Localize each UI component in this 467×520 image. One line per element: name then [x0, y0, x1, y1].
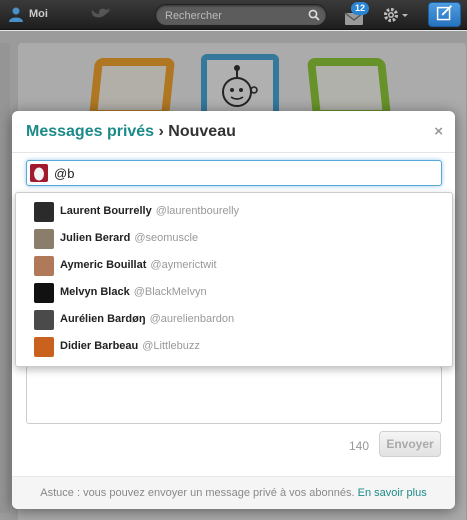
suggestion-avatar	[34, 256, 54, 276]
suggestion-handle: @BlackMelvyn	[133, 286, 207, 298]
twitter-bird-icon	[91, 8, 111, 18]
suggestion-item[interactable]: Aurélien Bardøŋ @aurelienbardon	[16, 306, 452, 333]
title-current: Nouveau	[168, 123, 236, 140]
compose-tweet-button[interactable]	[428, 2, 461, 27]
dialog-header: Messages privés › Nouveau ×	[12, 111, 455, 153]
suggestion-avatar	[34, 202, 54, 222]
search-input[interactable]	[165, 7, 305, 24]
home-me-link[interactable]: Moi	[8, 6, 48, 22]
suggestion-avatar	[34, 337, 54, 357]
user-icon	[9, 7, 23, 22]
suggestion-avatar	[34, 310, 54, 330]
message-textarea[interactable]	[26, 366, 442, 424]
compose-icon	[436, 5, 453, 21]
suggestion-item[interactable]: Didier Barbeau @Littlebuzz	[16, 333, 452, 360]
suggestion-handle: @aurelienbardon	[149, 313, 235, 325]
dialog-title: Messages privés › Nouveau	[26, 123, 236, 141]
messages-prives-link[interactable]: Messages privés	[26, 123, 154, 140]
suggestion-handle: @Littlebuzz	[142, 340, 200, 352]
me-label: Moi	[29, 8, 48, 20]
suggestion-name: Julien Berard	[60, 232, 131, 244]
suggestion-handle: @aymerictwit	[150, 259, 217, 271]
character-counter: 140	[349, 439, 370, 453]
send-button[interactable]: Envoyer	[379, 431, 441, 457]
gear-icon	[383, 7, 408, 23]
dm-count-badge: 12	[351, 2, 369, 15]
tip-text: Astuce : vous pouvez envoyer un message …	[40, 487, 355, 499]
suggestion-avatar	[34, 229, 54, 249]
suggestion-name: Melvyn Black	[60, 286, 130, 298]
suggestion-name: Aymeric Bouillat	[60, 259, 147, 271]
suggestion-item[interactable]: Melvyn Black @BlackMelvyn	[16, 279, 452, 306]
recipient-field	[26, 160, 442, 186]
learn-more-link[interactable]: En savoir plus	[358, 487, 427, 499]
suggestion-handle: @laurentbourelly	[155, 205, 240, 217]
settings-menu-button[interactable]	[381, 5, 411, 25]
suggestion-avatar	[34, 283, 54, 303]
suggestion-item[interactable]: Aymeric Bouillat @aymerictwit	[16, 252, 452, 279]
suggestion-item[interactable]: Laurent Bourrelly @laurentbourelly	[16, 198, 452, 225]
current-user-avatar	[30, 164, 48, 182]
search-box	[155, 4, 327, 26]
dialog-footer-tip: Astuce : vous pouvez envoyer un message …	[12, 476, 455, 509]
title-separator: ›	[154, 123, 169, 140]
suggestion-name: Aurélien Bardøŋ	[60, 313, 146, 325]
suggestion-name: Didier Barbeau	[60, 340, 139, 352]
top-nav-bar: Moi 12	[0, 0, 467, 30]
search-icon[interactable]	[308, 9, 320, 21]
suggestion-item[interactable]: Julien Berard @seomuscle	[16, 225, 452, 252]
suggestion-name: Laurent Bourrelly	[60, 205, 152, 217]
recipient-input[interactable]	[54, 165, 414, 182]
recipient-autocomplete-dropdown: Laurent Bourrelly @laurentbourelly Julien…	[15, 192, 453, 367]
close-dialog-button[interactable]: ×	[434, 123, 443, 140]
direct-messages-button[interactable]: 12	[342, 2, 372, 27]
suggestion-handle: @seomuscle	[134, 232, 199, 244]
egg-avatar-icon	[34, 167, 44, 181]
